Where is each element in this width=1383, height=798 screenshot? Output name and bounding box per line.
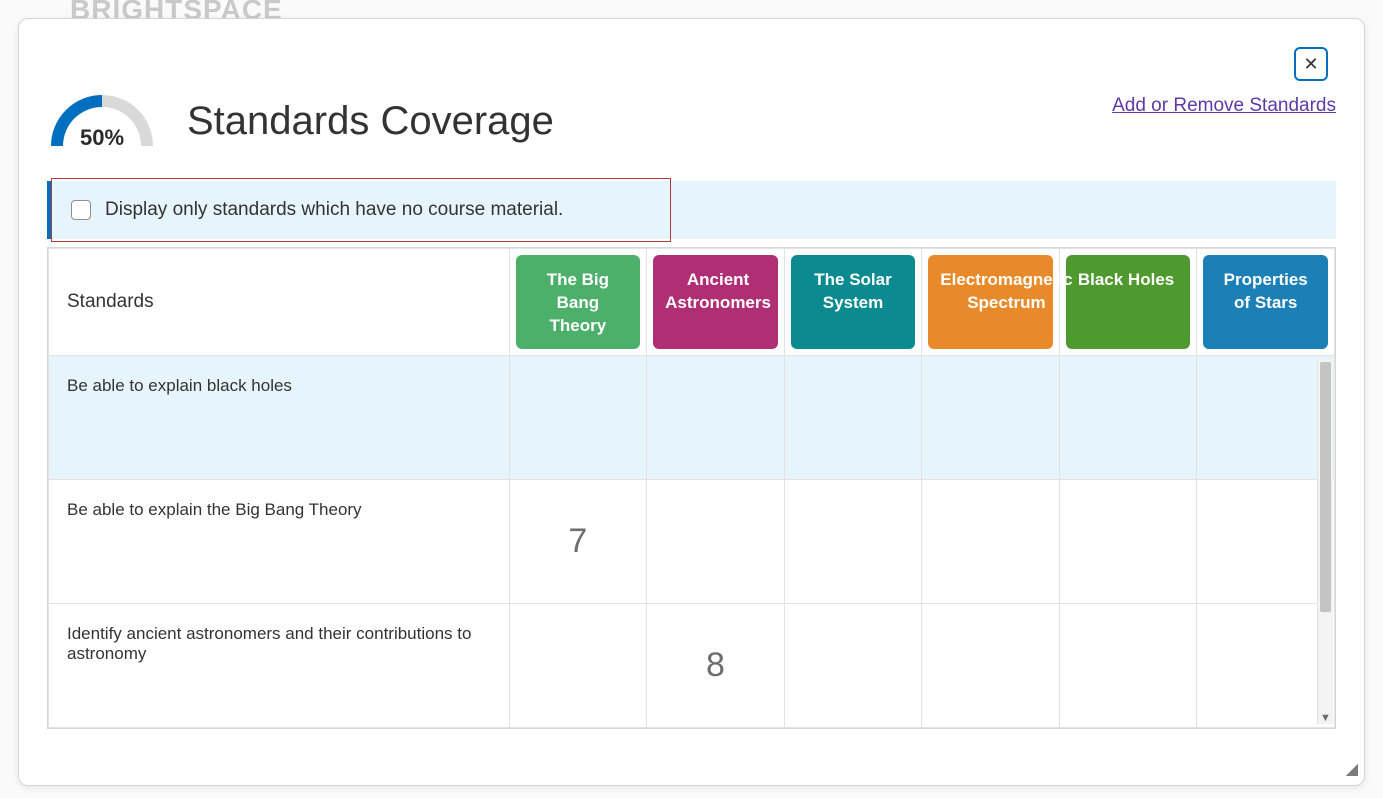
table-row: Be able to explain the Big Bang Theory 7 bbox=[49, 480, 1335, 604]
resize-grip-icon[interactable]: ◢ bbox=[1346, 759, 1358, 779]
coverage-table: Standards The Big Bang Theory Ancient As… bbox=[48, 248, 1335, 728]
value-cell[interactable] bbox=[922, 480, 1060, 604]
topic-card: Black Holes bbox=[1066, 255, 1191, 349]
value-cell[interactable] bbox=[1059, 356, 1197, 480]
topic-label: Black Holes bbox=[1078, 269, 1174, 292]
topic-header-3[interactable]: Electromagnetic Spectrum bbox=[922, 249, 1060, 356]
value-cell[interactable] bbox=[647, 356, 785, 480]
topic-card: The Big Bang Theory bbox=[516, 255, 641, 349]
value-cell[interactable] bbox=[784, 480, 922, 604]
scroll-down-icon: ▼ bbox=[1318, 712, 1333, 724]
value-cell[interactable] bbox=[1059, 604, 1197, 728]
topic-header-2[interactable]: The Solar System bbox=[784, 249, 922, 356]
close-button[interactable]: ✕ bbox=[1294, 47, 1328, 81]
standards-coverage-modal: ✕ 50% Standards Coverage Add or Remove S… bbox=[18, 18, 1365, 786]
topic-header-0[interactable]: The Big Bang Theory bbox=[509, 249, 647, 356]
topic-header-1[interactable]: Ancient Astronomers bbox=[647, 249, 785, 356]
filter-bar: Display only standards which have no cou… bbox=[47, 181, 1336, 239]
standard-cell: Be able to explain the Big Bang Theory bbox=[49, 480, 510, 604]
value-cell[interactable] bbox=[1197, 480, 1335, 604]
topic-label: Ancient Astronomers bbox=[665, 269, 771, 315]
table-scrollbar[interactable]: ▲ ▼ bbox=[1317, 360, 1333, 724]
value-cell[interactable] bbox=[784, 604, 922, 728]
value-cell[interactable] bbox=[647, 480, 785, 604]
value-cell[interactable] bbox=[1197, 604, 1335, 728]
topic-label: Properties of Stars bbox=[1215, 269, 1316, 315]
standards-column-header: Standards bbox=[49, 249, 510, 356]
value-cell[interactable]: 7 bbox=[509, 480, 647, 604]
standard-cell: Identify ancient astronomers and their c… bbox=[49, 604, 510, 728]
table-row: Identify ancient astronomers and their c… bbox=[49, 604, 1335, 728]
value-cell[interactable] bbox=[509, 356, 647, 480]
topic-label: The Solar System bbox=[803, 269, 904, 315]
value-cell[interactable] bbox=[784, 356, 922, 480]
standard-cell: Be able to explain black holes bbox=[49, 356, 510, 480]
coverage-table-wrap: Standards The Big Bang Theory Ancient As… bbox=[47, 247, 1336, 729]
topic-card: The Solar System bbox=[791, 255, 916, 349]
value-cell[interactable]: 8 bbox=[647, 604, 785, 728]
modal-header: 50% Standards Coverage Add or Remove Sta… bbox=[47, 91, 1336, 151]
topic-label: Electromagnetic Spectrum bbox=[940, 269, 1072, 315]
topic-card: Properties of Stars bbox=[1203, 255, 1328, 349]
topic-header-5[interactable]: Properties of Stars bbox=[1197, 249, 1335, 356]
value-cell[interactable] bbox=[509, 604, 647, 728]
modal-title: Standards Coverage bbox=[187, 99, 554, 144]
close-icon: ✕ bbox=[1303, 54, 1318, 75]
filter-label: Display only standards which have no cou… bbox=[105, 199, 563, 221]
value-cell[interactable] bbox=[922, 356, 1060, 480]
topic-card: Ancient Astronomers bbox=[653, 255, 778, 349]
value-cell[interactable] bbox=[1059, 480, 1197, 604]
value-cell[interactable] bbox=[1197, 356, 1335, 480]
topic-card: Electromagnetic Spectrum bbox=[928, 255, 1053, 349]
topic-header-4[interactable]: Black Holes bbox=[1059, 249, 1197, 356]
topic-label: The Big Bang Theory bbox=[528, 269, 629, 338]
filter-checkbox[interactable] bbox=[71, 200, 91, 220]
value-cell[interactable] bbox=[922, 604, 1060, 728]
table-row: Be able to explain black holes bbox=[49, 356, 1335, 480]
coverage-percent-label: 50% bbox=[47, 125, 157, 151]
coverage-gauge: 50% bbox=[47, 91, 157, 151]
add-remove-standards-link[interactable]: Add or Remove Standards bbox=[1112, 95, 1336, 117]
scroll-thumb[interactable] bbox=[1320, 362, 1331, 612]
